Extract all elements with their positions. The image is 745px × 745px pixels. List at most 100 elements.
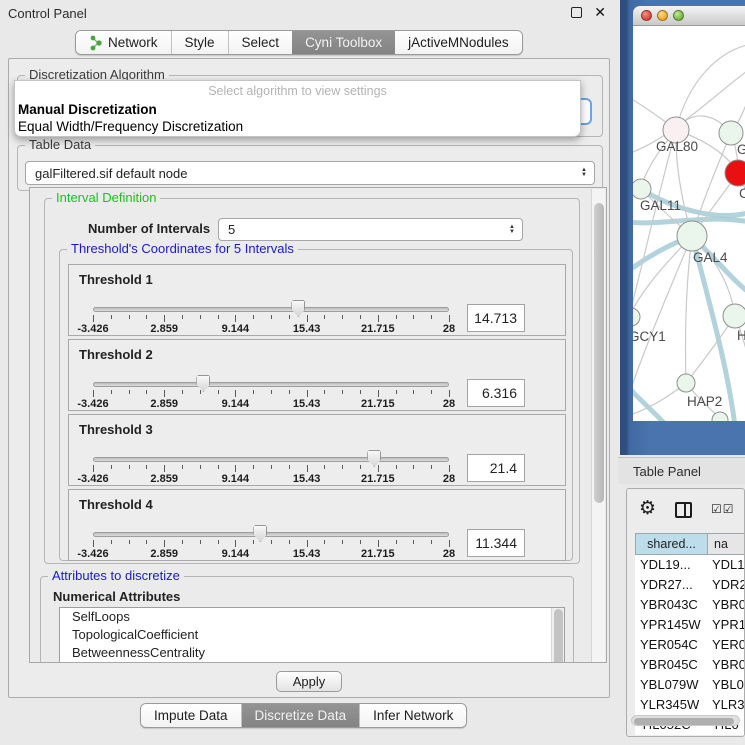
network-edge[interactable]	[686, 236, 692, 383]
tab-label: Style	[185, 35, 215, 50]
table-cell[interactable]: YLR345W	[635, 695, 707, 715]
tick-mark	[342, 390, 343, 394]
threshold-slider-track[interactable]	[93, 457, 449, 462]
table-data-combobox[interactable]: galFiltered.sif default node ▲ ▼	[25, 161, 595, 185]
table-row[interactable]: YBL079WYBL0	[635, 675, 745, 695]
threshold-value-input[interactable]: 21.4	[467, 454, 525, 482]
tick-mark	[360, 315, 361, 319]
columns-icon[interactable]	[675, 502, 692, 518]
threshold-slider-track[interactable]	[93, 382, 449, 387]
tick-mark	[164, 465, 165, 472]
scrollbar-thumb[interactable]	[634, 718, 734, 725]
node-label: GA	[737, 142, 745, 157]
algorithm-option[interactable]: Equal Width/Frequency Discretization	[15, 118, 580, 135]
network-node-gcy1[interactable]	[633, 308, 640, 326]
network-canvas[interactable]: GAL80GACGAL11GAL4GCY1HHAP2	[633, 26, 745, 421]
tab-cyni-toolbox[interactable]: Cyni Toolbox	[292, 31, 395, 54]
apply-button[interactable]: Apply	[276, 671, 342, 692]
table-cell[interactable]: YBL0	[707, 675, 745, 695]
network-node-gal4[interactable]	[677, 221, 707, 251]
minimize-traffic-light-icon[interactable]	[657, 10, 668, 21]
table-data-group: Table Data galFiltered.sif default node …	[17, 145, 603, 191]
panel-title: Control Panel	[0, 6, 87, 21]
table-cell[interactable]: YPR145W	[635, 615, 707, 635]
attribute-item[interactable]: BetweennessCentrality	[60, 644, 564, 662]
table-cell[interactable]: YBR045C	[635, 655, 707, 675]
number-of-intervals-combobox[interactable]: 5 ▲ ▼	[218, 218, 523, 241]
spinner-icon[interactable]: ▲ ▼	[581, 168, 587, 178]
threshold-value-input[interactable]: 14.713	[467, 304, 525, 332]
table-cell[interactable]: YBL079W	[635, 675, 707, 695]
threshold-slider-thumb[interactable]	[196, 375, 210, 392]
scrollbar-thumb[interactable]	[554, 609, 563, 663]
table-row[interactable]: YDR27...YDR2	[635, 575, 745, 595]
tick-mark	[431, 540, 432, 544]
tab-jactivemnodules[interactable]: jActiveMNodules	[395, 31, 522, 54]
threshold-slider-thumb[interactable]	[253, 525, 267, 542]
table-cell[interactable]: YDL1	[707, 555, 745, 575]
table-cell[interactable]: YLR3	[707, 695, 745, 715]
threshold-slider-thumb[interactable]	[367, 450, 381, 467]
network-window-titlebar[interactable]	[633, 6, 745, 26]
attribute-list-scrollbar[interactable]	[551, 608, 564, 663]
table-row[interactable]: YDL19...YDL1	[635, 555, 745, 575]
algorithm-option[interactable]: Manual Discretization	[15, 101, 580, 118]
numerical-attributes-list[interactable]: SelfLoopsTopologicalCoefficientBetweenne…	[59, 607, 565, 663]
panel-scrollbar[interactable]	[591, 189, 605, 662]
column-header[interactable]: na	[707, 533, 745, 555]
tick-mark	[235, 465, 236, 472]
tick-mark	[396, 315, 397, 319]
attribute-item[interactable]: TopologicalCoefficient	[60, 626, 564, 644]
network-edge[interactable]	[633, 386, 667, 421]
close-icon[interactable]: ✕	[594, 4, 606, 21]
threshold-row: Threshold 1-3.4262.8599.14415.4321.71528…	[68, 264, 566, 336]
spinner-icon[interactable]: ▲ ▼	[509, 225, 515, 235]
tab-select[interactable]: Select	[228, 31, 293, 54]
table-cell[interactable]: YER054C	[635, 635, 707, 655]
select-columns-icon[interactable]: ☑☑	[711, 502, 735, 516]
table-row[interactable]: YBR045CYBR0	[635, 655, 745, 675]
attribute-item[interactable]: SelfLoops	[60, 608, 564, 626]
tab-style[interactable]: Style	[171, 31, 228, 54]
threshold-value-input[interactable]: 11.344	[467, 529, 525, 557]
gear-icon[interactable]: ⚙	[639, 497, 656, 520]
control-panel-titlebar: Control Panel ✕	[0, 0, 618, 26]
threshold-slider-track[interactable]	[93, 307, 449, 312]
tick-mark	[93, 315, 94, 322]
tab-discretize-data[interactable]: Discretize Data	[241, 704, 360, 727]
zoom-traffic-light-icon[interactable]	[673, 10, 684, 21]
table-cell[interactable]: YBR0	[707, 655, 745, 675]
close-traffic-light-icon[interactable]	[641, 10, 652, 21]
tick-mark	[360, 465, 361, 469]
network-node-c[interactable]	[725, 160, 745, 186]
network-node-hap2[interactable]	[677, 374, 695, 392]
table-cell[interactable]: YER0	[707, 635, 745, 655]
tab-infer-network[interactable]: Infer Network	[359, 704, 466, 727]
table-cell[interactable]: YBR043C	[635, 595, 707, 615]
float-window-icon[interactable]	[571, 7, 582, 18]
tab-label: Impute Data	[154, 708, 228, 723]
network-node-h[interactable]	[723, 304, 745, 328]
threshold-slider-track[interactable]	[93, 532, 449, 537]
threshold-value-input[interactable]: 6.316	[467, 379, 525, 407]
table-horizontal-scrollbar[interactable]	[631, 715, 740, 726]
table-cell[interactable]: YDL19...	[635, 555, 707, 575]
table-cell[interactable]: YDR27...	[635, 575, 707, 595]
table-row[interactable]: YER054CYER0	[635, 635, 745, 655]
table-cell[interactable]: YPR1	[707, 615, 745, 635]
tab-impute-data[interactable]: Impute Data	[141, 704, 241, 727]
tick-mark	[342, 540, 343, 544]
table-cell[interactable]: YBR0	[707, 595, 745, 615]
table-row[interactable]: YPR145WYPR1	[635, 615, 745, 635]
tick-mark	[324, 390, 325, 394]
tab-network[interactable]: Network	[76, 31, 171, 54]
column-header[interactable]: shared...	[635, 533, 707, 555]
threshold-slider-thumb[interactable]	[291, 300, 305, 317]
table-cell[interactable]: YDR2	[707, 575, 745, 595]
table-row[interactable]: YLR345WYLR3	[635, 695, 745, 715]
tick-label: 2.859	[134, 473, 194, 485]
network-node-gal11[interactable]	[633, 179, 651, 199]
scrollbar-thumb[interactable]	[594, 203, 604, 503]
tick-mark	[413, 390, 414, 394]
table-row[interactable]: YBR043CYBR0	[635, 595, 745, 615]
